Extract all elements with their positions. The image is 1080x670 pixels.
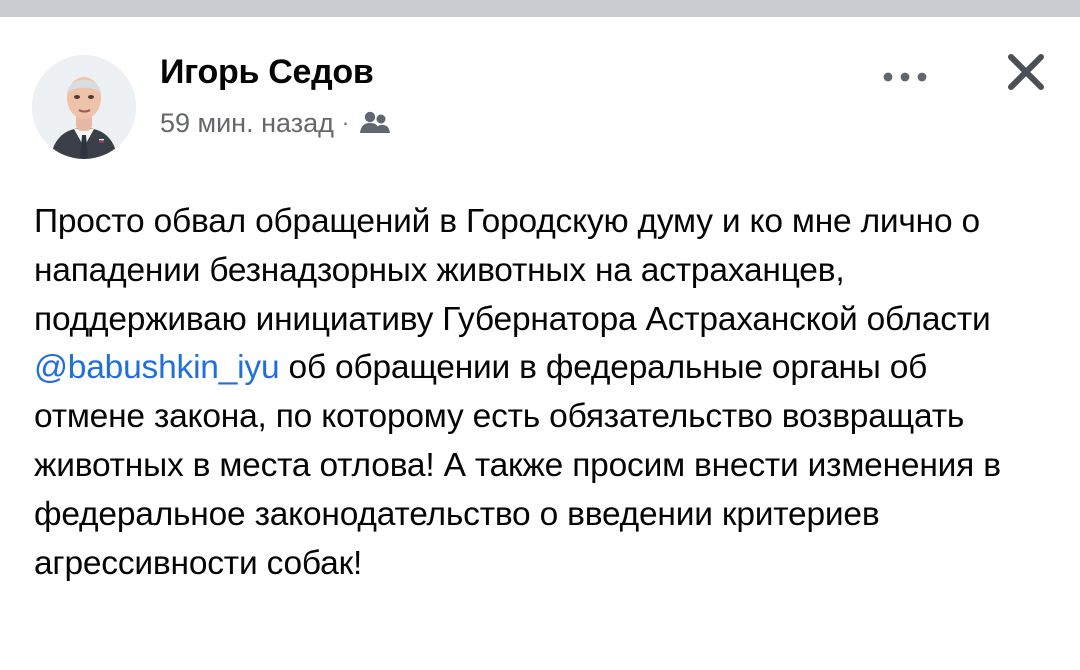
author-name[interactable]: Игорь Седов — [160, 53, 374, 92]
friends-icon[interactable] — [357, 109, 393, 137]
post-text: Просто обвал обращений в Городскую думу … — [34, 198, 1044, 588]
post-text-part-1: Просто обвал обращений в Городскую думу … — [34, 203, 991, 338]
author-avatar[interactable] — [32, 55, 136, 159]
post-meta: 59 мин. назад · — [160, 105, 393, 141]
post-card: Игорь Седов 59 мин. назад · Просто обвал… — [0, 17, 1080, 670]
more-horizontal-icon — [880, 69, 930, 90]
close-icon — [1006, 52, 1046, 97]
top-divider-strip — [0, 0, 1080, 17]
post-time[interactable]: 59 мин. назад — [160, 108, 334, 139]
post-screen: Игорь Седов 59 мин. назад · Просто обвал… — [0, 0, 1080, 670]
more-options-button[interactable] — [878, 61, 932, 97]
meta-separator: · — [341, 110, 350, 135]
close-button[interactable] — [1002, 50, 1050, 98]
mention-link[interactable]: @babushkin_iyu — [34, 349, 280, 386]
